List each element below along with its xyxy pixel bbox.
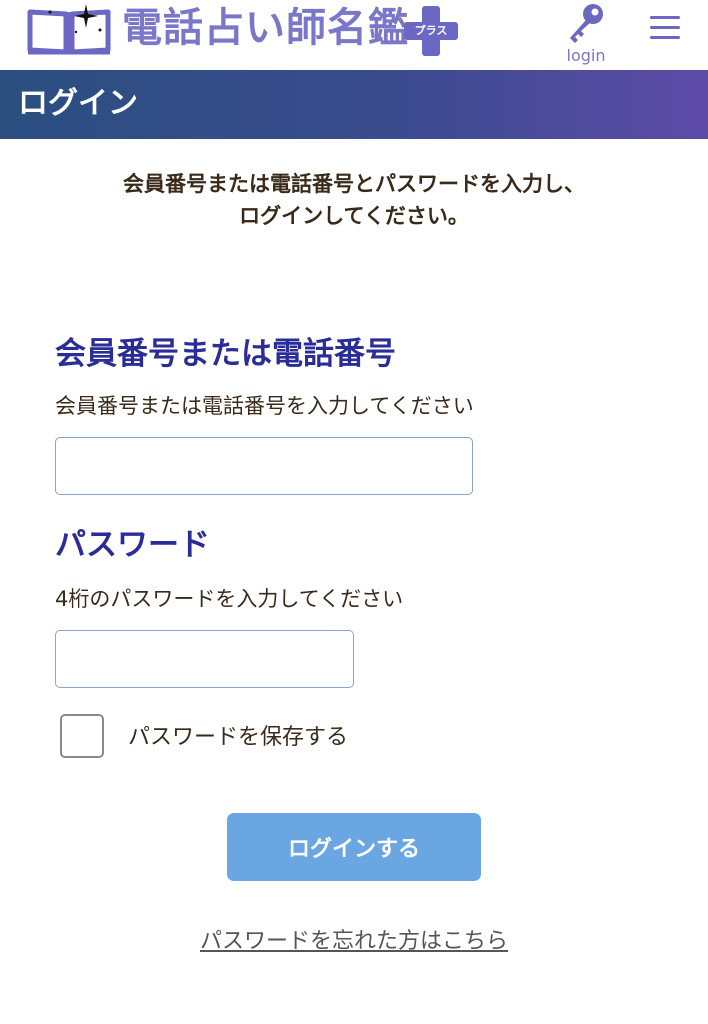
logo-title: 電話占い師名鑑 bbox=[122, 5, 409, 51]
member-field-title: 会員番号または電話番号 bbox=[55, 336, 396, 372]
password-field-hint: 4桁のパスワードを入力してください bbox=[55, 587, 404, 611]
open-book-star-icon bbox=[27, 4, 111, 55]
plus-badge-label: プラス bbox=[414, 24, 448, 37]
site-logo[interactable]: 電話占い師名鑑 プラス bbox=[26, 0, 466, 62]
save-password-label[interactable]: パスワードを保存する bbox=[128, 722, 348, 754]
save-password-row[interactable]: パスワードを保存する bbox=[60, 714, 420, 760]
login-label: login bbox=[566, 46, 606, 65]
page-title: ログイン bbox=[18, 86, 138, 121]
page-title-banner: ログイン bbox=[0, 70, 708, 139]
login-link[interactable]: login bbox=[560, 2, 612, 68]
password-input[interactable] bbox=[55, 630, 354, 688]
key-icon bbox=[570, 4, 603, 43]
member-number-input[interactable] bbox=[55, 437, 473, 495]
password-field-title: パスワード bbox=[55, 527, 210, 563]
save-password-checkbox[interactable] bbox=[60, 714, 104, 758]
hamburger-menu-icon bbox=[650, 16, 680, 19]
member-field-hint: 会員番号または電話番号を入力してください bbox=[55, 394, 474, 418]
forgot-password-link[interactable]: パスワードを忘れた方はこちら bbox=[0, 926, 708, 958]
intro-text: 会員番号または電話番号とパスワードを入力し、 ログインしてください。 bbox=[0, 168, 708, 232]
menu-bar-bottom bbox=[650, 36, 680, 39]
intro-line-1: 会員番号または電話番号とパスワードを入力し、 bbox=[123, 172, 585, 196]
menu-bar-middle bbox=[650, 26, 680, 29]
site-header: 電話占い師名鑑 プラス login bbox=[0, 0, 708, 70]
intro-line-2: ログインしてください。 bbox=[239, 204, 469, 228]
plus-badge: プラス bbox=[404, 6, 458, 56]
hamburger-menu-button[interactable] bbox=[644, 10, 684, 46]
login-submit-button[interactable]: ログインする bbox=[227, 813, 481, 881]
